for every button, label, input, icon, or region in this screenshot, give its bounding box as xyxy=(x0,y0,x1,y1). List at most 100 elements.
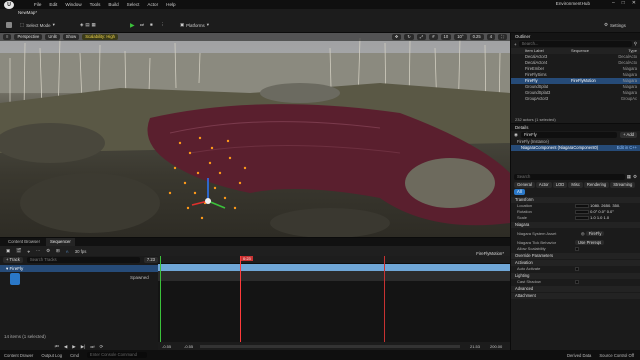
settings-icon[interactable]: ⚙ xyxy=(633,174,637,180)
step-forward-icon[interactable]: ▶| xyxy=(81,344,86,350)
track-search-input[interactable]: Search Tracks xyxy=(26,257,140,263)
settings-button[interactable]: ⚙ Settings xyxy=(604,22,626,28)
platforms-dropdown[interactable]: ▣ Platforms ▾ xyxy=(180,22,209,28)
grid-snap-icon[interactable]: # xyxy=(429,34,438,40)
override-section[interactable]: Override Parameters xyxy=(511,253,640,259)
rotation-y[interactable]: 0.0° xyxy=(598,209,605,214)
outliner-search-input[interactable]: Search... xyxy=(518,41,632,47)
select-mode-dropdown[interactable]: ⬚ Select Mode ▾ xyxy=(20,22,55,28)
subtrack-row[interactable]: Spawned xyxy=(0,272,158,285)
filter-actor[interactable]: Actor xyxy=(535,182,552,188)
timeline-area[interactable]: 0:23 -0.55 -0.55 21.53 200.00 xyxy=(158,256,510,351)
save-button[interactable] xyxy=(6,22,12,28)
snap-icon[interactable]: ⊞ xyxy=(56,248,60,254)
play-sequence-icon[interactable]: ▶ xyxy=(72,344,75,350)
end-marker[interactable] xyxy=(384,256,385,351)
component-row[interactable]: NiagaraComponent (NiagaraComponent0) Edit… xyxy=(511,145,640,151)
perspective-button[interactable]: Perspective xyxy=(14,34,43,40)
play-button[interactable]: ▶ xyxy=(130,22,135,29)
translate-tool-icon[interactable]: ✥ xyxy=(391,34,402,40)
scale-z[interactable]: 1.0 xyxy=(604,215,610,220)
cmd-dropdown[interactable]: Cmd xyxy=(70,353,79,358)
filter-rendering[interactable]: Rendering xyxy=(583,182,610,188)
firefly-section-bar[interactable] xyxy=(158,264,510,271)
stop-button[interactable]: ■ xyxy=(150,22,153,27)
playback-options-icon[interactable]: ⚙ xyxy=(46,248,50,254)
rotation-x[interactable]: 0.0° xyxy=(590,209,597,214)
render-movie-icon[interactable]: 🎬 xyxy=(16,248,21,254)
menu-file[interactable]: File xyxy=(34,2,41,7)
filter-icon[interactable]: ⚲ xyxy=(634,41,637,47)
attachment-section[interactable]: Attachment xyxy=(511,293,640,299)
console-input[interactable]: Enter Console Command xyxy=(86,352,147,358)
menu-build[interactable]: Build xyxy=(108,2,118,7)
rotate-tool-icon[interactable]: ↻ xyxy=(404,34,414,40)
maximize-icon[interactable]: □ xyxy=(622,0,625,6)
tick-behavior-dropdown[interactable]: Use Prereqs xyxy=(575,240,605,245)
scale-x[interactable]: 1.0 xyxy=(590,215,596,220)
angle-snap[interactable]: 10° xyxy=(454,34,467,40)
menu-edit[interactable]: Edit xyxy=(49,2,57,7)
add-actor-icon[interactable]: + xyxy=(514,42,517,47)
edit-cpp-link[interactable]: Edit in C++ xyxy=(617,145,637,151)
derived-data-button[interactable]: Derived Data xyxy=(567,353,591,358)
level-viewport[interactable] xyxy=(0,33,510,237)
go-to-end-icon[interactable]: ⏭ xyxy=(90,344,94,349)
playhead[interactable] xyxy=(240,256,241,351)
close-icon[interactable]: ✕ xyxy=(632,0,636,6)
advanced-section[interactable]: Advanced xyxy=(511,286,640,292)
view-start-time[interactable]: -0.55 xyxy=(162,344,171,349)
show-button[interactable]: Show xyxy=(62,34,80,40)
location-x[interactable]: 1080. xyxy=(590,203,600,208)
level-tab[interactable]: NewMap* xyxy=(18,10,37,15)
filter-all[interactable]: All xyxy=(514,189,525,195)
frame-field[interactable]: 7.23 xyxy=(143,257,158,263)
source-control-button[interactable]: Source Control Off xyxy=(599,353,634,358)
viewport-menu-button[interactable]: ≡ xyxy=(3,34,12,40)
working-start-time[interactable]: -0.55 xyxy=(184,344,193,349)
output-log-button[interactable]: Output Log xyxy=(41,353,62,358)
minimize-icon[interactable]: – xyxy=(612,0,615,6)
filter-streaming[interactable]: Streaming xyxy=(610,182,636,188)
system-asset-dropdown[interactable]: FireFly xyxy=(585,231,605,236)
time-ruler[interactable] xyxy=(158,256,510,264)
location-z[interactable]: 350. xyxy=(612,203,620,208)
allow-scalability-checkbox[interactable] xyxy=(575,246,579,251)
menu-help[interactable]: Help xyxy=(166,2,175,7)
step-button[interactable]: ⏭ xyxy=(140,22,144,27)
menu-actor[interactable]: Actor xyxy=(147,2,158,7)
actor-name-input[interactable]: FireFly xyxy=(520,132,618,138)
start-marker[interactable] xyxy=(160,256,161,351)
play-options-button[interactable]: ⋮ xyxy=(160,22,164,28)
menu-select[interactable]: Select xyxy=(127,2,140,7)
fps-dropdown[interactable]: 30 fps xyxy=(75,249,87,254)
step-back-icon[interactable]: ◀ xyxy=(64,344,67,350)
camera-icon[interactable]: ⌖ xyxy=(27,249,29,254)
unreal-logo-icon[interactable]: U xyxy=(4,0,14,9)
scale-tool-icon[interactable]: ⤢ xyxy=(416,34,427,40)
col-item-label[interactable]: Item Label xyxy=(525,48,544,53)
scalability-warning[interactable]: Scalability: High xyxy=(82,34,119,40)
filter-lod[interactable]: LOD xyxy=(552,182,568,188)
filter-general[interactable]: General xyxy=(514,182,535,188)
actions-icon[interactable]: ⋯ xyxy=(36,248,40,254)
menu-window[interactable]: Window xyxy=(65,2,81,7)
camera-speed[interactable]: 4 xyxy=(486,34,496,40)
location-y[interactable]: 2650. xyxy=(601,203,611,208)
expand-icon[interactable]: ▾ xyxy=(6,266,8,271)
tab-content-browser[interactable]: Content Browser xyxy=(4,238,44,246)
working-end-time[interactable]: 21.53 xyxy=(470,344,480,349)
grid-size[interactable]: 10 xyxy=(440,34,452,40)
property-matrix-icon[interactable]: ▦ xyxy=(627,174,631,180)
add-content-button[interactable]: ◈ ▤ ▦ xyxy=(80,22,96,28)
filter-misc[interactable]: Misc xyxy=(568,182,583,188)
loop-icon[interactable]: ⟳ xyxy=(99,344,103,350)
view-end-time[interactable]: 200.00 xyxy=(490,344,502,349)
maximize-viewport-icon[interactable]: ⛶ xyxy=(498,34,507,40)
spawned-section-bar[interactable] xyxy=(158,271,510,281)
content-drawer-button[interactable]: Content Drawer xyxy=(4,353,33,358)
save-sequence-icon[interactable]: ▣ xyxy=(6,248,10,254)
details-search-input[interactable]: Search xyxy=(514,174,625,180)
add-component-button[interactable]: + Add xyxy=(620,132,637,138)
scale-snap[interactable]: 0.25 xyxy=(469,34,484,40)
